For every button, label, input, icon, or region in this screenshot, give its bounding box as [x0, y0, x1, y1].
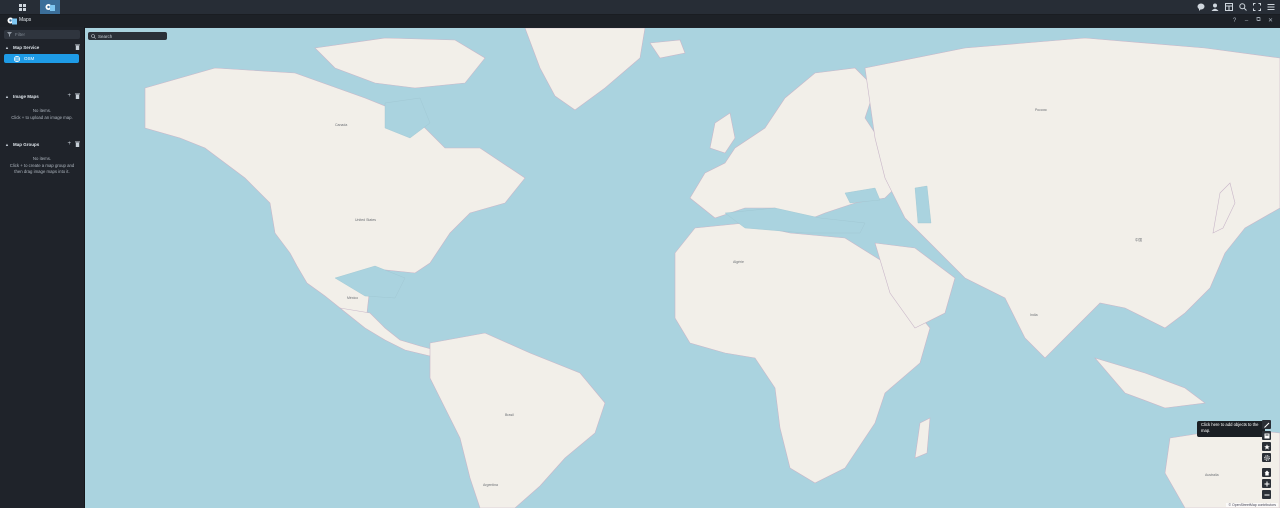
- map-label: United States: [355, 218, 377, 222]
- close-icon[interactable]: ✕: [1267, 16, 1274, 25]
- search-icon[interactable]: [1237, 2, 1248, 13]
- maps-app-taskbar-button[interactable]: [40, 0, 60, 14]
- app-title: Maps: [19, 17, 32, 23]
- home-icon[interactable]: [1262, 468, 1271, 477]
- empty-line: then drag image maps into it.: [14, 169, 70, 174]
- minimize-icon[interactable]: –: [1243, 16, 1250, 25]
- star-icon[interactable]: [1262, 442, 1271, 451]
- maps-app-icon: [7, 17, 17, 25]
- chat-icon[interactable]: [1195, 2, 1206, 13]
- trash-icon[interactable]: [75, 93, 80, 99]
- map-label: Brasil: [505, 413, 514, 417]
- globe-icon: [14, 55, 20, 62]
- gear-icon[interactable]: [1262, 453, 1271, 462]
- map-label: India: [1030, 313, 1038, 317]
- world-map: [144, 28, 1280, 508]
- zoom-out-icon[interactable]: [1262, 490, 1271, 499]
- filter-icon: [7, 32, 12, 37]
- map-tools: [1262, 420, 1271, 462]
- section-map-service[interactable]: ▲ Map Service: [0, 43, 84, 52]
- pencil-icon[interactable]: [1262, 420, 1271, 429]
- maps-app-icon: [45, 3, 55, 11]
- section-title: Map Service: [13, 45, 40, 50]
- restore-icon[interactable]: ⧉: [1255, 16, 1262, 25]
- search-label: Search: [98, 33, 113, 39]
- fullscreen-icon[interactable]: [1251, 2, 1262, 13]
- layers-icon[interactable]: [1262, 431, 1271, 440]
- sidebar-item-osm[interactable]: OSM: [4, 54, 79, 63]
- map-groups-empty-state: No items. Click + to create a map group …: [0, 156, 84, 176]
- trash-icon[interactable]: [75, 44, 80, 50]
- section-title: Map Groups: [13, 142, 40, 147]
- section-map-groups[interactable]: ▲ Map Groups +: [0, 140, 84, 149]
- collapse-triangle-icon[interactable]: ▲: [5, 94, 9, 99]
- map-label: Australia: [1205, 473, 1219, 477]
- zoom-controls: [1262, 468, 1271, 499]
- map-canvas[interactable]: United States Canada México Brasil Росси…: [85, 28, 1280, 508]
- apps-grid-icon[interactable]: [12, 0, 32, 14]
- sidebar-item-label: OSM: [24, 56, 35, 61]
- map-label: Россия: [1035, 108, 1047, 112]
- empty-line: Click + to upload an image map.: [11, 114, 73, 120]
- zoom-in-icon[interactable]: [1262, 479, 1271, 488]
- section-image-maps[interactable]: ▲ Image Maps +: [0, 92, 84, 101]
- help-icon[interactable]: ?: [1231, 16, 1238, 25]
- widgets-icon[interactable]: [1223, 2, 1234, 13]
- menu-icon[interactable]: [1265, 2, 1276, 13]
- map-label: 中国: [1135, 238, 1142, 242]
- add-map-group-button[interactable]: +: [67, 141, 71, 147]
- section-title: Image Maps: [13, 94, 39, 99]
- search-icon: [91, 33, 96, 39]
- add-image-map-button[interactable]: +: [67, 93, 71, 99]
- map-label: Algérie: [733, 260, 744, 264]
- user-icon[interactable]: [1209, 2, 1220, 13]
- sidebar: Filter ▲ Map Service OSM ▲ Image Maps + …: [0, 27, 85, 508]
- collapse-triangle-icon[interactable]: ▲: [5, 45, 9, 50]
- add-objects-tooltip: Click here to add objects to the map.: [1197, 421, 1265, 437]
- window-titlebar: Maps ? – ⧉ ✕: [0, 15, 1280, 27]
- taskbar: [0, 0, 1280, 15]
- filter-placeholder: Filter: [15, 32, 25, 37]
- filter-input[interactable]: Filter: [4, 30, 80, 39]
- map-label: México: [347, 296, 359, 300]
- image-maps-empty-state: No items. Click + to upload an image map…: [0, 108, 84, 121]
- map-label: Argentina: [483, 483, 498, 487]
- map-label: Canada: [335, 123, 348, 127]
- trash-icon[interactable]: [75, 141, 80, 147]
- map-attribution[interactable]: © OpenStreetMap contributors: [1226, 503, 1278, 507]
- map-search-input[interactable]: Search: [88, 32, 167, 40]
- collapse-triangle-icon[interactable]: ▲: [5, 142, 9, 147]
